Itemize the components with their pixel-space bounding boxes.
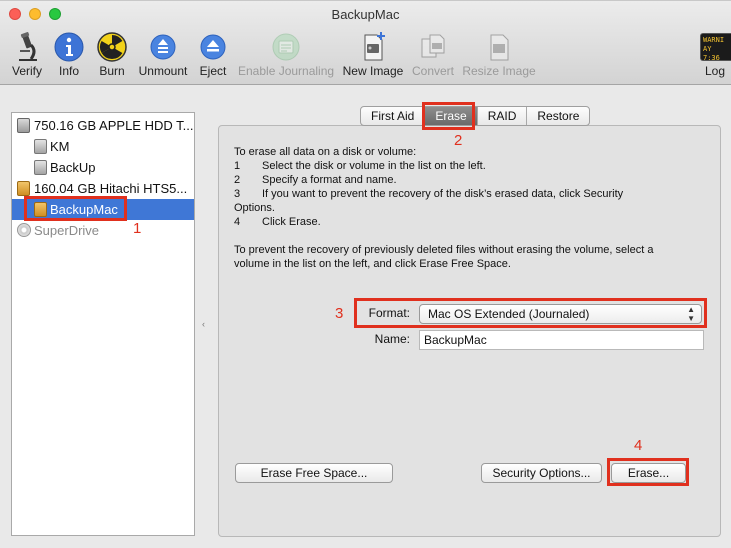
step-1-number: 1 bbox=[234, 160, 241, 172]
disk-item-label: 750.16 GB APPLE HDD T... bbox=[34, 118, 194, 133]
disk-utility-window: BackupMac Verify Info Burn Unmount Eject… bbox=[0, 0, 731, 548]
volume-item-km[interactable]: KM bbox=[12, 136, 194, 157]
tab-bar: First Aid Erase RAID Restore bbox=[360, 106, 591, 126]
info-icon bbox=[54, 32, 84, 62]
burn-button[interactable]: Burn bbox=[94, 31, 130, 81]
security-options-button[interactable]: Security Options... bbox=[481, 463, 602, 483]
annotation-box-erase-button bbox=[607, 458, 689, 486]
verify-button[interactable]: Verify bbox=[6, 31, 48, 81]
eject-label: Eject bbox=[199, 64, 227, 78]
external-disk-icon bbox=[17, 181, 30, 196]
step-2-text: Specify a format and name. bbox=[262, 174, 397, 186]
radiation-icon bbox=[97, 32, 127, 62]
info-label: Info bbox=[58, 64, 79, 78]
erase-free-space-button[interactable]: Erase Free Space... bbox=[235, 463, 393, 483]
log-console-icon: WARNI AY 7:36 bbox=[700, 33, 731, 61]
info-button[interactable]: Info bbox=[52, 31, 86, 81]
optical-drive-icon bbox=[17, 223, 31, 237]
resize-image-label: Resize Image bbox=[462, 64, 536, 78]
eject-icon bbox=[200, 34, 226, 60]
enable-journaling-button[interactable]: Enable Journaling bbox=[238, 31, 334, 81]
resize-image-icon bbox=[490, 34, 509, 61]
unmount-button[interactable]: Unmount bbox=[136, 31, 190, 81]
enable-journaling-label: Enable Journaling bbox=[238, 64, 335, 78]
resize-image-button[interactable]: Resize Image bbox=[462, 31, 536, 81]
eject-button[interactable]: Eject bbox=[196, 31, 230, 81]
step-3-text: If you want to prevent the recovery of t… bbox=[262, 188, 624, 200]
tab-raid[interactable]: RAID bbox=[478, 107, 528, 125]
disk-list[interactable]: 750.16 GB APPLE HDD T... KM BackUp 160.0… bbox=[11, 112, 195, 536]
step-1-text: Select the disk or volume in the list on… bbox=[262, 160, 486, 172]
burn-label: Burn bbox=[99, 64, 125, 78]
journaling-icon bbox=[272, 33, 300, 61]
verify-label: Verify bbox=[11, 64, 42, 78]
annotation-number-3: 3 bbox=[335, 305, 344, 322]
log-label: Log bbox=[704, 64, 725, 78]
volume-item-backup[interactable]: BackUp bbox=[12, 157, 194, 178]
convert-icon bbox=[421, 34, 445, 58]
prevent-recovery-text-1: To prevent the recovery of previously de… bbox=[234, 244, 654, 256]
title-bar: BackupMac Verify Info Burn Unmount Eject… bbox=[0, 1, 731, 85]
new-image-icon bbox=[364, 32, 385, 61]
hard-disk-icon bbox=[17, 118, 30, 133]
disk-item-label: 160.04 GB Hitachi HTS5... bbox=[34, 181, 188, 196]
superdrive-item[interactable]: SuperDrive bbox=[12, 220, 194, 241]
step-3-number: 3 bbox=[234, 188, 241, 200]
convert-button[interactable]: Convert bbox=[408, 31, 458, 81]
annotation-box-erase-tab bbox=[422, 102, 475, 130]
superdrive-label: SuperDrive bbox=[34, 223, 100, 238]
convert-label: Convert bbox=[411, 64, 455, 78]
tab-restore[interactable]: Restore bbox=[527, 107, 589, 125]
unmount-label: Unmount bbox=[138, 64, 188, 78]
volume-icon bbox=[34, 160, 47, 175]
volume-item-label: KM bbox=[50, 139, 70, 154]
log-badge-line-2: AY 7:36 bbox=[703, 45, 720, 61]
annotation-number-4: 4 bbox=[634, 437, 643, 454]
name-input[interactable]: BackupMac bbox=[419, 330, 704, 350]
disk-item-apple-hdd[interactable]: 750.16 GB APPLE HDD T... bbox=[12, 115, 194, 136]
window-title: BackupMac bbox=[331, 7, 400, 22]
volume-item-label: BackUp bbox=[50, 160, 96, 175]
unmount-icon bbox=[150, 34, 176, 60]
annotation-box-format bbox=[354, 298, 707, 328]
annotation-box-sidebar bbox=[24, 196, 127, 221]
split-view-handle[interactable]: ‹ bbox=[202, 319, 205, 329]
annotation-number-2: 2 bbox=[454, 132, 463, 149]
tab-first-aid[interactable]: First Aid bbox=[361, 107, 426, 125]
microscope-icon bbox=[19, 32, 37, 61]
step-3-continuation: Options. bbox=[234, 202, 275, 214]
annotation-number-1: 1 bbox=[133, 220, 142, 237]
log-badge-line-1: WARNI bbox=[703, 36, 725, 44]
name-label: Name: bbox=[374, 332, 410, 346]
new-image-button[interactable]: New Image bbox=[341, 31, 405, 81]
log-button[interactable]: WARNI AY 7:36 Log bbox=[700, 31, 731, 81]
step-2-number: 2 bbox=[234, 174, 241, 186]
volume-icon bbox=[34, 139, 47, 154]
prevent-recovery-text-2: volume in the list on the left, and clic… bbox=[234, 258, 511, 270]
erase-intro: To erase all data on a disk or volume: bbox=[234, 146, 417, 158]
step-4-number: 4 bbox=[234, 216, 241, 228]
step-4-text: Click Erase. bbox=[262, 216, 321, 228]
new-image-label: New Image bbox=[342, 64, 404, 78]
